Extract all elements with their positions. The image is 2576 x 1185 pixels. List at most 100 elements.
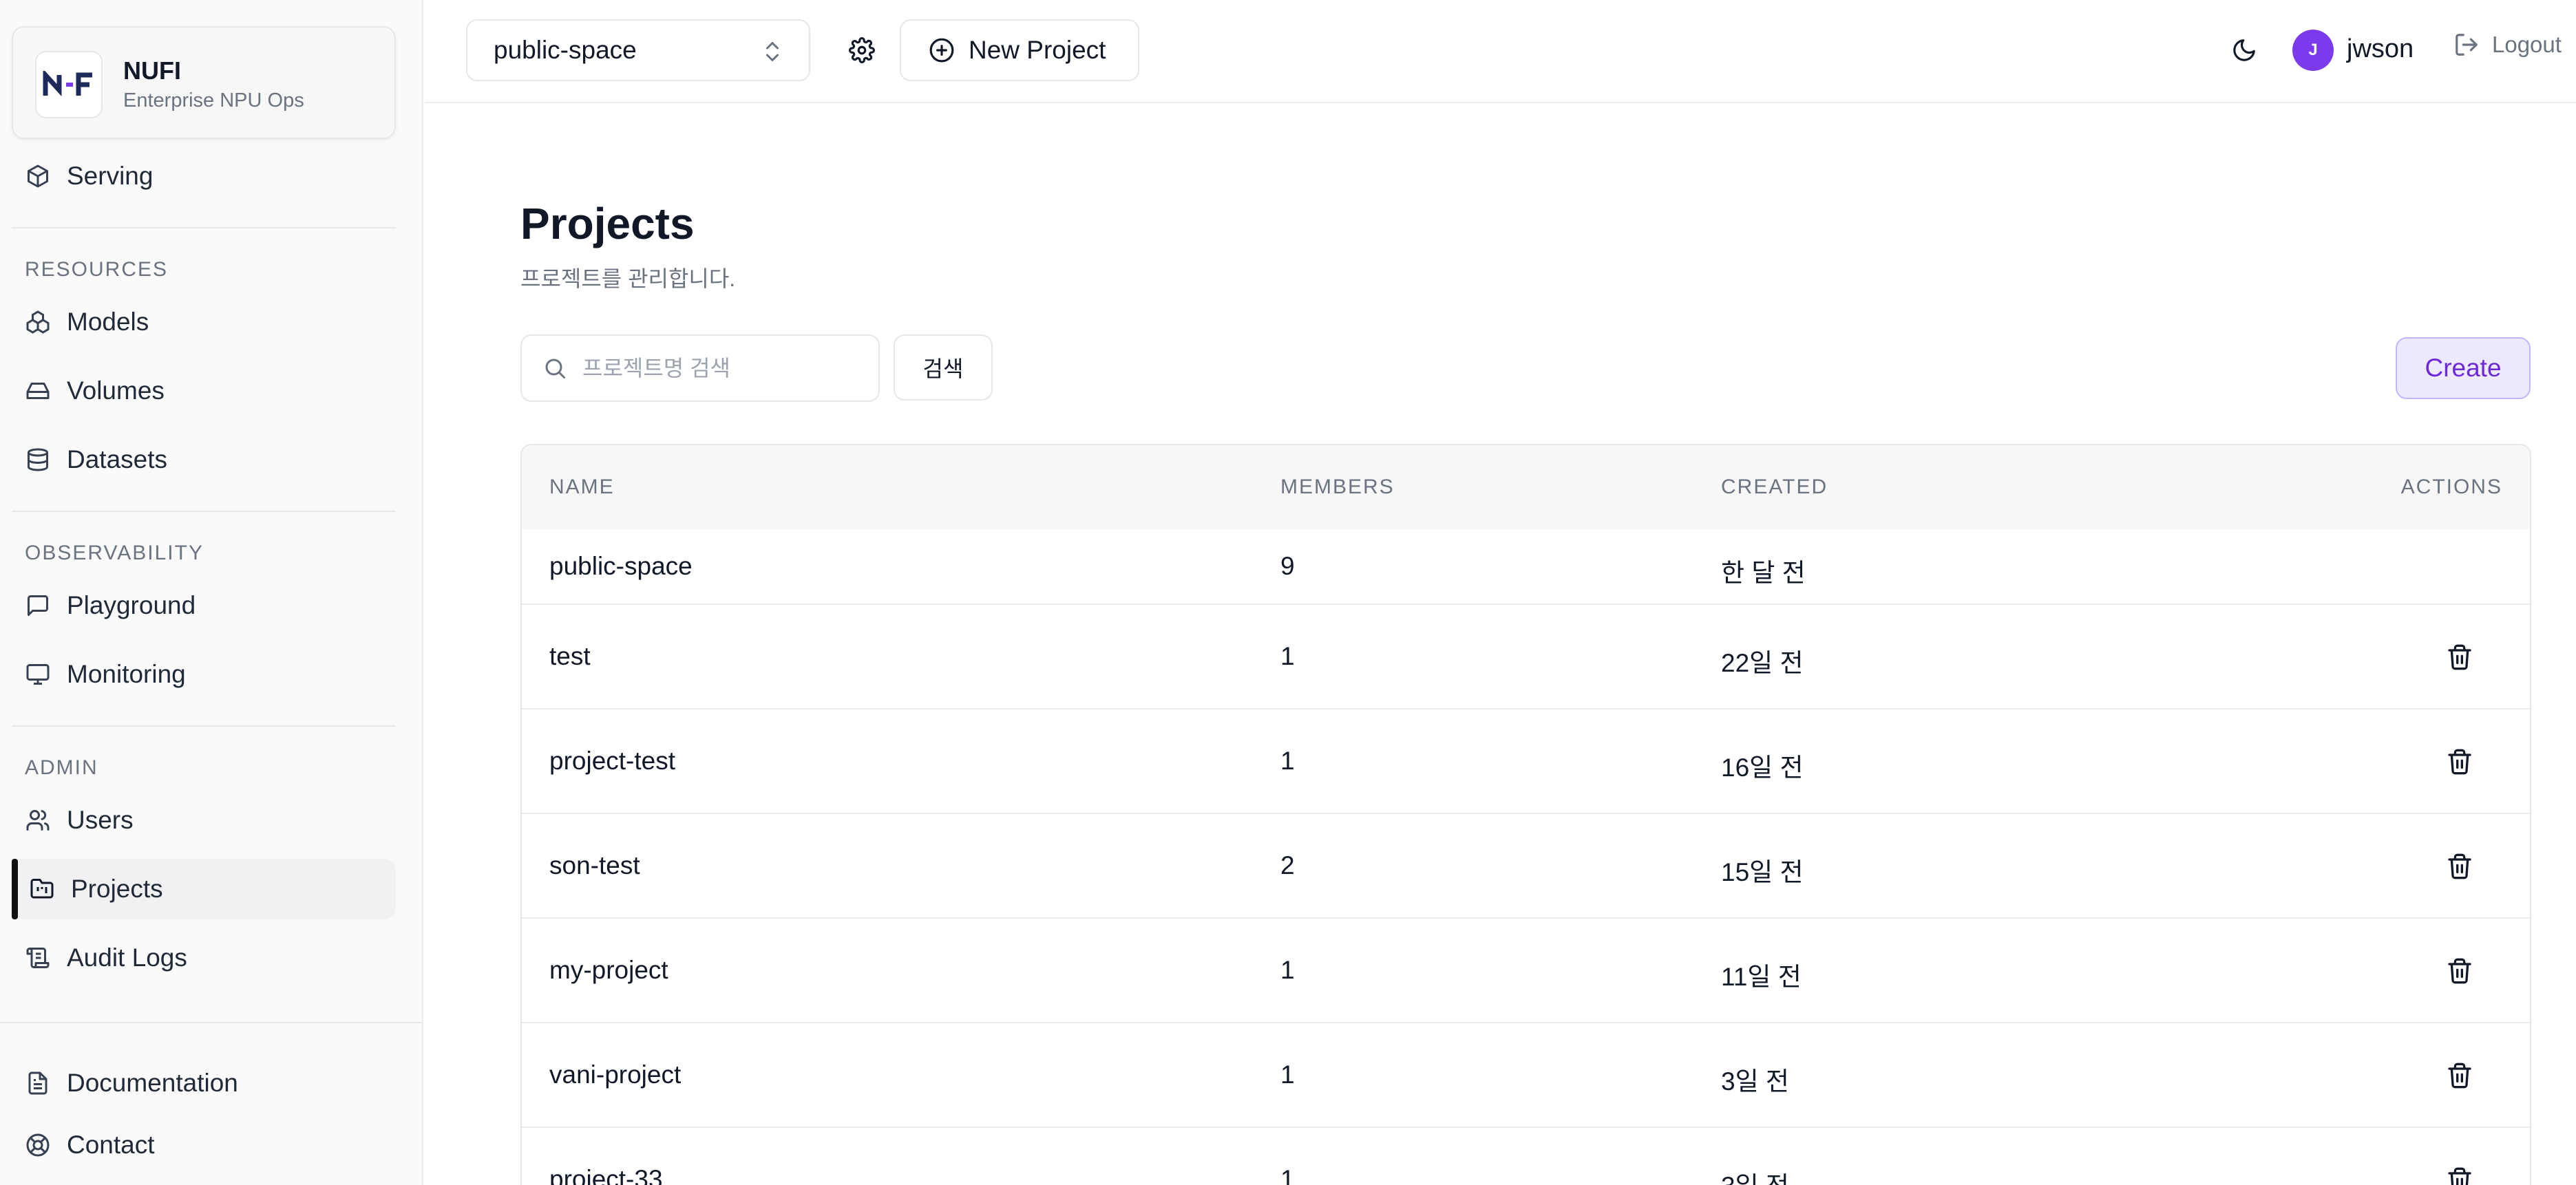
project-name: my-project <box>549 956 668 984</box>
box-icon <box>24 162 52 190</box>
sidebar-item-label: Serving <box>67 162 154 190</box>
search-input[interactable] <box>582 355 872 381</box>
trash-icon <box>2446 1062 2473 1089</box>
trash-icon <box>2446 643 2473 671</box>
column-header-members: MEMBERS <box>1280 476 1395 498</box>
nufi-logo <box>35 51 103 118</box>
sidebar-item-label: Models <box>67 308 149 336</box>
brand-subtitle: Enterprise NPU Ops <box>123 89 304 111</box>
table-header: NAME MEMBERS CREATED ACTIONS <box>522 445 2530 529</box>
theme-toggle-button[interactable] <box>2224 30 2265 71</box>
column-header-name: NAME <box>549 476 615 498</box>
table-row[interactable]: son-test 2 15일 전 <box>522 814 2530 919</box>
trash-icon <box>2446 853 2473 880</box>
divider <box>12 725 396 727</box>
table-row[interactable]: project-33 1 3일 전 <box>522 1128 2530 1185</box>
section-label-admin: ADMIN <box>25 756 98 779</box>
sidebar-item-documentation[interactable]: Documentation <box>12 1053 396 1113</box>
column-header-created: CREATED <box>1721 476 1828 498</box>
gear-icon <box>849 37 875 63</box>
delete-project-button[interactable] <box>2442 1163 2477 1185</box>
sidebar-item-contact[interactable]: Contact <box>12 1115 396 1175</box>
sidebar-item-serving[interactable]: Serving <box>12 146 396 206</box>
moon-icon <box>2231 37 2257 63</box>
delete-project-button[interactable] <box>2442 954 2477 988</box>
monitor-icon <box>24 661 52 688</box>
created-time: 22일 전 <box>1721 649 1804 677</box>
avatar[interactable]: J <box>2292 30 2334 71</box>
created-time: 한 달 전 <box>1721 559 1806 587</box>
divider <box>12 227 396 228</box>
delete-project-button[interactable] <box>2442 849 2477 884</box>
table-row[interactable]: my-project 1 11일 전 <box>522 919 2530 1023</box>
column-header-actions: ACTIONS <box>2400 476 2502 498</box>
new-project-button[interactable]: New Project <box>900 19 1139 81</box>
divider <box>0 1022 422 1023</box>
projects-table: NAME MEMBERS CREATED ACTIONS public-spac… <box>520 444 2531 1185</box>
sidebar-item-label: Datasets <box>67 445 168 473</box>
trash-icon <box>2446 957 2473 985</box>
sidebar-item-label: Contact <box>67 1131 155 1159</box>
created-time: 16일 전 <box>1721 754 1804 782</box>
sidebar-item-label: Documentation <box>67 1069 238 1097</box>
sidebar-item-datasets[interactable]: Datasets <box>12 429 396 490</box>
table-row[interactable]: test 1 22일 전 <box>522 605 2530 709</box>
project-name: son-test <box>549 851 640 879</box>
logout-label: Logout <box>2492 32 2562 57</box>
sidebar-item-projects[interactable]: Projects <box>12 859 396 919</box>
sidebar-item-users[interactable]: Users <box>12 790 396 851</box>
brand-card[interactable]: NUFI Enterprise NPU Ops <box>12 26 396 139</box>
message-square-icon <box>24 592 52 619</box>
create-button[interactable]: Create <box>2396 337 2531 399</box>
section-label-observability: OBSERVABILITY <box>25 542 204 564</box>
created-time: 11일 전 <box>1721 963 1802 991</box>
delete-project-button[interactable] <box>2442 745 2477 779</box>
file-text-icon <box>24 1069 52 1097</box>
search-button[interactable]: 검색 <box>894 334 993 401</box>
project-select-value: public-space <box>494 36 637 64</box>
sidebar-item-label: Volumes <box>67 376 165 405</box>
brand-name: NUFI <box>123 56 181 85</box>
sidebar-item-playground[interactable]: Playground <box>12 575 396 636</box>
member-count: 1 <box>1280 747 1295 775</box>
top-bar: public-space New Project J jwson Logout <box>425 0 2576 103</box>
page-title: Projects <box>520 199 695 248</box>
sidebar-item-audit-logs[interactable]: Audit Logs <box>12 928 396 988</box>
delete-project-button[interactable] <box>2442 1058 2477 1093</box>
table-row[interactable]: public-space 9 한 달 전 <box>522 529 2530 605</box>
plus-circle-icon <box>929 37 955 63</box>
trash-icon <box>2446 1166 2473 1185</box>
sidebar-item-label: Audit Logs <box>67 943 187 972</box>
search-box <box>520 334 880 402</box>
sidebar-item-label: Playground <box>67 591 196 619</box>
sidebar-item-label: Projects <box>71 875 163 903</box>
sidebar-item-models[interactable]: Models <box>12 292 396 352</box>
trash-icon <box>2446 748 2473 776</box>
table-row[interactable]: project-test 1 16일 전 <box>522 709 2530 814</box>
models-icon <box>24 308 52 336</box>
sidebar-item-label: Monitoring <box>67 660 186 688</box>
table-row[interactable]: vani-project 1 3일 전 <box>522 1023 2530 1128</box>
created-time: 3일 전 <box>1721 1165 1789 1185</box>
username[interactable]: jwson <box>2347 34 2414 64</box>
database-icon <box>24 446 52 473</box>
sidebar-item-volumes[interactable]: Volumes <box>12 361 396 421</box>
project-settings-button[interactable] <box>831 19 893 81</box>
member-count: 1 <box>1280 642 1295 670</box>
member-count: 1 <box>1280 1060 1295 1089</box>
logout-button[interactable]: Logout <box>2453 32 2562 58</box>
search-icon <box>542 356 567 381</box>
life-buoy-icon <box>24 1131 52 1159</box>
project-name: test <box>549 642 591 670</box>
project-select[interactable]: public-space <box>466 19 810 81</box>
new-project-label: New Project <box>969 36 1106 64</box>
hard-drive-icon <box>24 377 52 405</box>
project-name: vani-project <box>549 1060 682 1089</box>
section-label-resources: RESOURCES <box>25 258 169 281</box>
chevrons-up-down-icon <box>762 39 783 65</box>
delete-project-button[interactable] <box>2442 640 2477 674</box>
sidebar: NUFI Enterprise NPU Ops Serving RESOURCE… <box>0 0 423 1185</box>
sidebar-item-monitoring[interactable]: Monitoring <box>12 644 396 705</box>
project-name: public-space <box>549 552 693 580</box>
created-time: 15일 전 <box>1721 858 1804 886</box>
